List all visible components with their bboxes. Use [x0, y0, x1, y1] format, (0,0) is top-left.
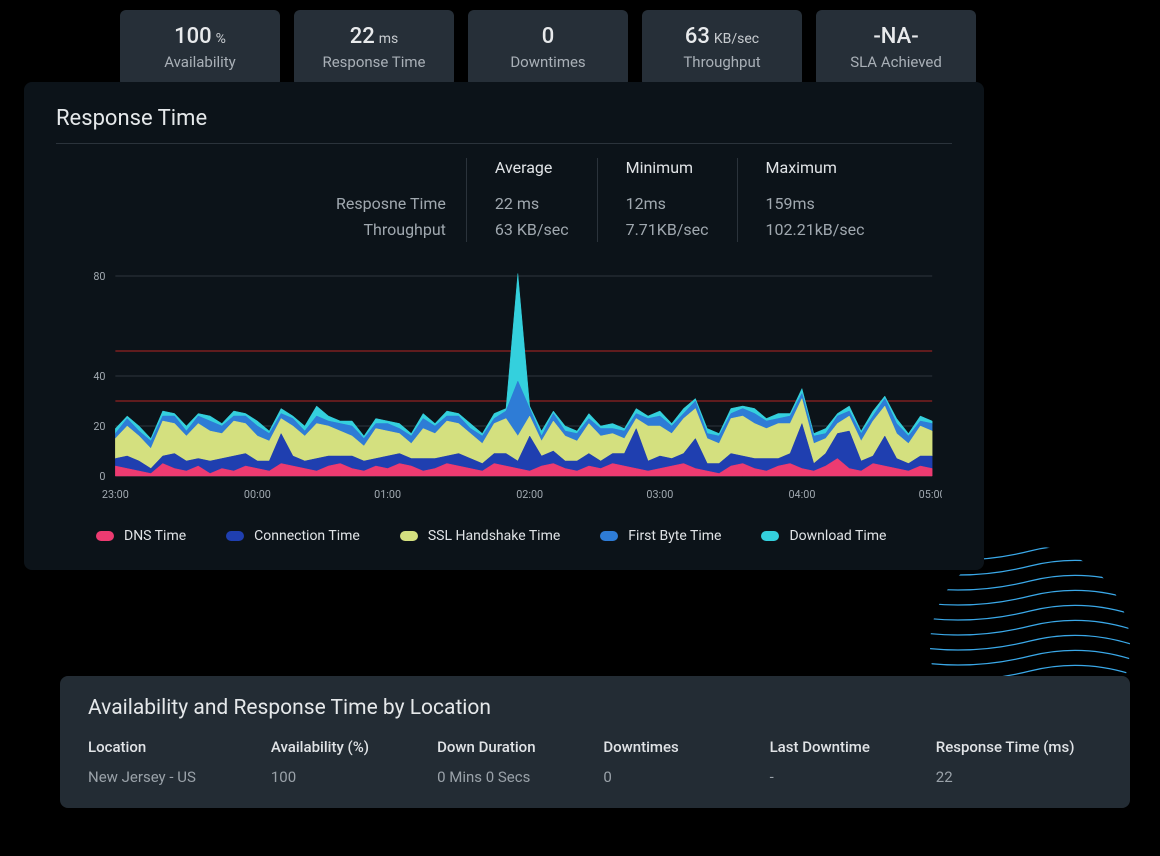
col-header: Average	[495, 158, 569, 177]
svg-text:02:00: 02:00	[516, 488, 543, 501]
stats-col-minimum: Minimum 12ms 7.71KB/sec	[597, 158, 737, 242]
location-card: Availability and Response Time by Locati…	[60, 676, 1130, 808]
legend-item: Download Time	[761, 528, 886, 544]
response-time-chart: 0 20 40 80 23:00 00:00 01:00 02:00 03:00 04:00 05:…	[76, 266, 942, 506]
stat-card-response-time: 22ms Response Time	[294, 10, 454, 87]
stats-table: x Resposne Time Throughput Average 22 ms…	[336, 158, 952, 242]
stat-card-throughput: 63KB/sec Throughput	[642, 10, 802, 87]
chart-legend: DNS Time Connection Time SSL Handshake T…	[96, 528, 952, 544]
col-header: Minimum	[626, 158, 709, 177]
col-value: 63 KB/sec	[495, 217, 569, 243]
stat-unit: KB/sec	[714, 31, 759, 47]
stat-label: Downtimes	[490, 53, 606, 71]
loc-header: Downtimes	[603, 738, 769, 756]
stat-value: 63	[685, 24, 710, 49]
loc-header: Down Duration	[437, 738, 603, 756]
col-value: 22 ms	[495, 191, 569, 217]
legend-item: SSL Handshake Time	[400, 528, 560, 544]
svg-text:0: 0	[99, 470, 105, 483]
stat-label: Availability	[142, 53, 258, 71]
stats-col-maximum: Maximum 159ms 102.21kB/sec	[737, 158, 893, 242]
legend-label: First Byte Time	[628, 528, 721, 544]
legend-dot-icon	[600, 531, 618, 541]
svg-text:01:00: 01:00	[374, 488, 401, 501]
col-header: Maximum	[766, 158, 865, 177]
stat-unit: %	[216, 31, 226, 47]
svg-text:23:00: 23:00	[102, 488, 129, 501]
svg-text:05:00: 05:00	[919, 488, 942, 501]
loc-value: -	[770, 768, 936, 786]
col-value: 12ms	[626, 191, 709, 217]
location-card-title: Availability and Response Time by Locati…	[88, 696, 1102, 720]
stat-card-downtimes: 0 Downtimes	[468, 10, 628, 87]
stat-value: 0	[542, 24, 555, 49]
col-value: 159ms	[766, 191, 865, 217]
legend-label: Download Time	[789, 528, 886, 544]
stats-row-labels: x Resposne Time Throughput	[336, 158, 466, 242]
legend-label: SSL Handshake Time	[428, 528, 560, 544]
svg-text:20: 20	[93, 420, 105, 433]
stat-label: Throughput	[664, 53, 780, 71]
stat-card-row: 100% Availability 22ms Response Time 0 D…	[0, 0, 1160, 87]
legend-item: DNS Time	[96, 528, 186, 544]
stat-value: -NA-	[873, 24, 918, 49]
legend-dot-icon	[96, 531, 114, 541]
card-title: Response Time	[56, 106, 952, 131]
location-table: Location New Jersey - US Availability (%)…	[88, 738, 1102, 786]
stat-card-sla: -NA- SLA Achieved	[816, 10, 976, 87]
svg-text:03:00: 03:00	[646, 488, 673, 501]
loc-value: 0	[603, 768, 769, 786]
stat-unit: ms	[379, 31, 399, 47]
loc-header: Last Downtime	[770, 738, 936, 756]
col-value: 7.71KB/sec	[626, 217, 709, 243]
legend-label: Connection Time	[254, 528, 360, 544]
legend-label: DNS Time	[124, 528, 186, 544]
svg-text:40: 40	[93, 370, 105, 383]
legend-dot-icon	[226, 531, 244, 541]
svg-text:80: 80	[93, 270, 105, 283]
stats-col-average: Average 22 ms 63 KB/sec	[466, 158, 597, 242]
legend-dot-icon	[400, 531, 418, 541]
loc-value: New Jersey - US	[88, 768, 271, 786]
stat-card-availability: 100% Availability	[120, 10, 280, 87]
loc-value: 0 Mins 0 Secs	[437, 768, 603, 786]
divider	[56, 143, 952, 144]
loc-value: 100	[271, 768, 437, 786]
response-time-card: Response Time x Resposne Time Throughput…	[24, 82, 984, 570]
svg-text:00:00: 00:00	[244, 488, 271, 501]
stat-label: Response Time	[316, 53, 432, 71]
legend-dot-icon	[761, 531, 779, 541]
row-label: Resposne Time	[336, 191, 446, 217]
loc-header: Availability (%)	[271, 738, 437, 756]
svg-text:04:00: 04:00	[788, 488, 815, 501]
loc-header: Response Time (ms)	[936, 738, 1102, 756]
loc-value: 22	[936, 768, 1102, 786]
chart-svg: 0 20 40 80 23:00 00:00 01:00 02:00 03:00 04:00 05:…	[76, 266, 942, 506]
legend-item: First Byte Time	[600, 528, 721, 544]
loc-header: Location	[88, 738, 271, 756]
stat-label: SLA Achieved	[838, 53, 954, 71]
col-value: 102.21kB/sec	[766, 217, 865, 243]
stat-value: 22	[350, 24, 375, 49]
row-label: Throughput	[336, 217, 446, 243]
stat-value: 100	[174, 24, 212, 49]
legend-item: Connection Time	[226, 528, 360, 544]
